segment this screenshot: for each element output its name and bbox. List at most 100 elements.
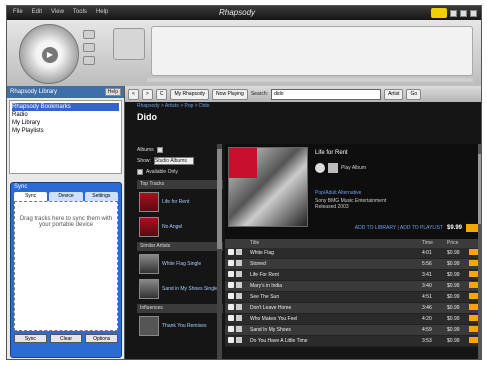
notification-icon[interactable]: [431, 8, 447, 18]
sync-button[interactable]: Sync: [14, 334, 47, 343]
table-row[interactable]: Mary's in India 3:40 $0.99: [225, 281, 481, 292]
table-row[interactable]: Do You Have A Little Time 3:53 $0.99: [225, 336, 481, 347]
track-title[interactable]: See The Sun: [247, 294, 422, 300]
search-scope-select[interactable]: Artist: [384, 88, 404, 100]
scrollbar-thumb[interactable]: [478, 154, 481, 224]
options-button[interactable]: Options: [85, 334, 119, 343]
show-select[interactable]: Studio Albums: [153, 156, 194, 165]
tree-item-bookmarks[interactable]: Rhapsody Bookmarks: [12, 103, 119, 111]
library-help-button[interactable]: Help: [104, 88, 121, 96]
queue-icon[interactable]: [236, 315, 242, 321]
buy-icon[interactable]: [469, 271, 478, 277]
queue-icon[interactable]: [328, 163, 338, 173]
add-icon[interactable]: [228, 337, 234, 343]
menu-view[interactable]: View: [51, 9, 64, 15]
table-row[interactable]: Don't Leave Home 3:46 $0.99: [225, 303, 481, 314]
track-title[interactable]: Do You Have A Little Time: [247, 338, 422, 344]
albums-checkbox[interactable]: [156, 146, 163, 153]
queue-icon[interactable]: [236, 337, 242, 343]
add-actions[interactable]: ADD TO LIBRARY | ADD TO PLAYLIST: [355, 225, 443, 231]
play-album-icon[interactable]: [315, 163, 325, 173]
menu-tools[interactable]: Tools: [73, 9, 87, 15]
search-input[interactable]: dido: [271, 88, 382, 100]
buy-icon[interactable]: [469, 304, 478, 310]
queue-icon[interactable]: [236, 282, 242, 288]
related-item-label[interactable]: White Flag Single: [162, 261, 201, 267]
tree-item-playlists[interactable]: My Playlists: [12, 127, 119, 135]
track-title[interactable]: White Flag: [247, 250, 422, 256]
track-title[interactable]: Mary's in India: [247, 283, 422, 289]
buy-icon[interactable]: [469, 315, 478, 321]
col-price[interactable]: Price: [447, 239, 469, 248]
playback-wheel[interactable]: ▶: [19, 24, 79, 84]
sidebar-scrollbar[interactable]: [217, 144, 222, 359]
add-icon[interactable]: [228, 326, 234, 332]
tab-device[interactable]: Device: [49, 192, 83, 201]
queue-icon[interactable]: [236, 260, 242, 266]
queue-icon[interactable]: [236, 293, 242, 299]
track-title[interactable]: Don't Leave Home: [247, 305, 422, 311]
col-time[interactable]: Time: [422, 239, 447, 248]
related-item-label[interactable]: Sand in My Shoes Single: [162, 286, 218, 292]
menu-edit[interactable]: Edit: [32, 9, 42, 15]
table-row[interactable]: Life For Rent 3:41 $0.99: [225, 270, 481, 281]
sync-drop-zone[interactable]: Drag tracks here to sync them with your …: [14, 201, 118, 331]
genre-link[interactable]: Pop/Adult Alternative: [315, 190, 361, 196]
progress-bar[interactable]: [147, 78, 473, 82]
related-item-label[interactable]: Life for Rent: [162, 199, 189, 205]
now-playing-button[interactable]: Now Playing: [212, 88, 248, 100]
breadcrumb[interactable]: Rhapsody > Artists > Pop > Dido: [125, 102, 481, 111]
back-button[interactable]: <: [128, 88, 139, 100]
buy-icon[interactable]: [469, 282, 478, 288]
add-icon[interactable]: [228, 260, 234, 266]
play-album-label[interactable]: Play Album: [341, 165, 366, 171]
table-row[interactable]: Who Makes You Feel 4:20 $0.99: [225, 314, 481, 325]
available-checkbox[interactable]: [137, 168, 143, 175]
my-rhapsody-button[interactable]: My Rhapsody: [170, 88, 210, 100]
table-row[interactable]: See The Sun 4:51 $0.99: [225, 292, 481, 303]
menu-file[interactable]: File: [13, 9, 23, 15]
minimize-icon[interactable]: [450, 9, 457, 17]
add-icon[interactable]: [228, 304, 234, 310]
add-icon[interactable]: [228, 249, 234, 255]
play-icon[interactable]: ▶: [42, 47, 58, 63]
related-item[interactable]: White Flag Single: [137, 251, 223, 276]
queue-icon[interactable]: [236, 304, 242, 310]
related-item[interactable]: No Angel: [137, 214, 223, 239]
buy-icon[interactable]: [469, 249, 478, 255]
track-title[interactable]: Stoned: [247, 261, 422, 267]
mute-icon[interactable]: [83, 56, 95, 65]
related-item[interactable]: Sand in My Shoes Single: [137, 276, 223, 301]
tree-item-library[interactable]: My Library: [12, 119, 119, 127]
volume-up-icon[interactable]: [83, 30, 95, 39]
queue-icon[interactable]: [236, 249, 242, 255]
tree-item-radio[interactable]: Radio: [12, 111, 119, 119]
content-scrollbar[interactable]: [478, 144, 481, 359]
buy-icon[interactable]: [469, 337, 478, 343]
add-icon[interactable]: [228, 271, 234, 277]
buy-icon[interactable]: [469, 293, 478, 299]
queue-icon[interactable]: [236, 326, 242, 332]
table-row[interactable]: White Flag 4:01 $0.99: [225, 248, 481, 259]
queue-icon[interactable]: [236, 271, 242, 277]
clear-button[interactable]: Clear: [49, 334, 83, 343]
related-item-label[interactable]: No Angel: [162, 224, 182, 230]
related-item[interactable]: Thank You Remixes: [137, 313, 223, 338]
table-row[interactable]: Sand In My Shoes 4:59 $0.99: [225, 325, 481, 336]
menu-help[interactable]: Help: [96, 9, 108, 15]
volume-down-icon[interactable]: [83, 43, 95, 52]
related-item[interactable]: Life for Rent: [137, 189, 223, 214]
buy-icon[interactable]: [469, 260, 478, 266]
forward-button[interactable]: >: [141, 88, 153, 100]
track-title[interactable]: Sand In My Shoes: [247, 327, 422, 333]
add-icon[interactable]: [228, 282, 234, 288]
close-icon[interactable]: [470, 9, 477, 17]
track-title[interactable]: Life For Rent: [247, 272, 422, 278]
track-title[interactable]: Who Makes You Feel: [247, 316, 422, 322]
tab-settings[interactable]: Settings: [84, 192, 118, 201]
table-row[interactable]: Stoned 5:56 $0.99: [225, 259, 481, 270]
maximize-icon[interactable]: [460, 9, 467, 17]
tab-sync[interactable]: Sync: [14, 192, 48, 201]
add-icon[interactable]: [228, 315, 234, 321]
refresh-button[interactable]: C: [155, 88, 168, 100]
